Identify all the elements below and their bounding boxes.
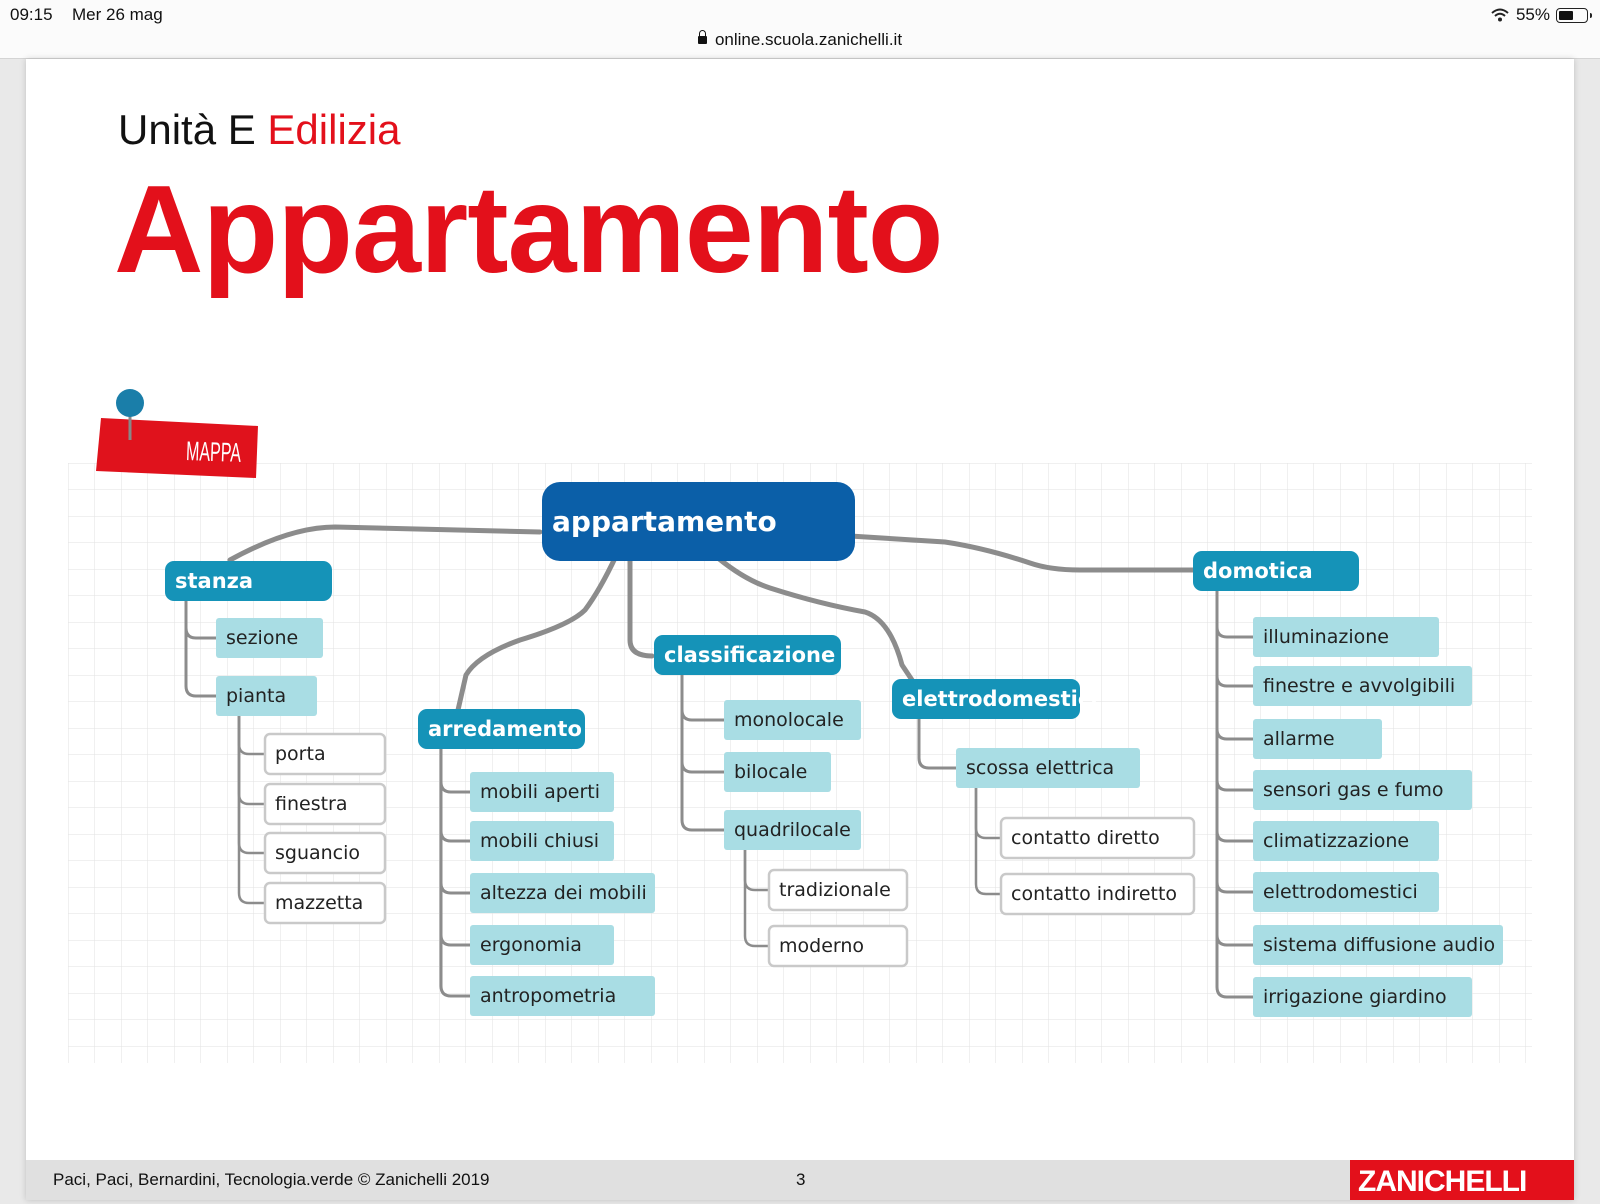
node-label: classificazione (664, 643, 835, 667)
node-label: elettrodomestici (1263, 881, 1418, 903)
node-elettrodomestici[interactable]: elettrodomestici (1253, 872, 1439, 912)
node-label: contatto indiretto (1011, 883, 1177, 905)
node-stanza[interactable]: stanza (165, 561, 332, 601)
date-label: Mer 26 mag (72, 5, 163, 24)
node-irrigazione-giardino[interactable]: irrigazione giardino (1253, 977, 1472, 1017)
node-label: mazzetta (275, 892, 363, 914)
node-label: mobili chiusi (480, 830, 599, 852)
clock-time: 09:15 (10, 5, 53, 24)
node-label: scossa elettrica (966, 757, 1114, 779)
node-label: sguancio (275, 842, 360, 864)
status-indicators: 55% (1490, 4, 1592, 26)
node-contatto-indiretto[interactable]: contatto indiretto (999, 872, 1196, 916)
node-label: appartamento (552, 505, 777, 538)
node-label: sensori gas e fumo (1263, 779, 1444, 801)
node-finestra[interactable]: finestra (263, 782, 387, 826)
node-label: finestra (275, 793, 348, 815)
node-label: allarme (1263, 728, 1335, 750)
node-label: contatto diretto (1011, 827, 1160, 849)
node-sguancio[interactable]: sguancio (263, 831, 387, 875)
page-number: 3 (796, 1170, 806, 1189)
node-label: moderno (779, 935, 864, 957)
node-sezione[interactable]: sezione (216, 618, 323, 658)
node-label: quadrilocale (734, 819, 851, 841)
wifi-icon (1491, 8, 1509, 22)
node-ergonomia[interactable]: ergonomia (470, 925, 614, 965)
node-contatto-diretto[interactable]: contatto diretto (999, 816, 1196, 860)
node-label: ergonomia (480, 934, 582, 956)
node-climatizzazione[interactable]: climatizzazione (1253, 821, 1439, 861)
node-porta[interactable]: porta (263, 732, 387, 776)
node-label: finestre e avvolgibili (1263, 675, 1455, 697)
node-label: antropometria (480, 985, 616, 1007)
node-sensori-gas-e-fumo[interactable]: sensori gas e fumo (1253, 770, 1472, 810)
node-moderno[interactable]: moderno (767, 924, 909, 968)
node-label: irrigazione giardino (1263, 986, 1447, 1008)
status-bar: 09:15 Mer 26 mag 55% online.scuola.zanic… (0, 0, 1600, 59)
node-label: altezza dei mobili (480, 882, 647, 904)
node-allarme[interactable]: allarme (1253, 719, 1382, 759)
node-finestre-e-avvolgibili[interactable]: finestre e avvolgibili (1253, 666, 1472, 706)
node-label: stanza (175, 569, 253, 593)
node-label: illuminazione (1263, 626, 1389, 648)
node-altezza-dei-mobili[interactable]: altezza dei mobili (470, 873, 655, 913)
node-elettrodomestici[interactable]: elettrodomestici (892, 679, 1098, 719)
publisher-logo: ZANICHELLI (1350, 1160, 1574, 1200)
battery-icon (1556, 7, 1592, 23)
node-illuminazione[interactable]: illuminazione (1253, 617, 1439, 657)
slide-footer: Paci, Paci, Bernardini, Tecnologia.verde… (26, 1160, 1574, 1200)
node-tradizionale[interactable]: tradizionale (767, 868, 909, 912)
node-label: sistema diffusione audio (1263, 934, 1495, 956)
node-appartamento[interactable]: appartamento (542, 482, 855, 561)
node-label: monolocale (734, 709, 844, 731)
node-label: sezione (226, 627, 298, 649)
node-pianta[interactable]: pianta (216, 676, 317, 716)
footer-credit: Paci, Paci, Bernardini, Tecnologia.verde… (53, 1170, 490, 1189)
unit-prefix: Unità E (118, 106, 256, 153)
node-quadrilocale[interactable]: quadrilocale (724, 810, 861, 850)
node-label: arredamento (428, 717, 582, 741)
node-domotica[interactable]: domotica (1193, 551, 1359, 591)
node-label: tradizionale (779, 879, 891, 901)
node-mobili-aperti[interactable]: mobili aperti (470, 772, 614, 812)
node-label: bilocale (734, 761, 807, 783)
lock-icon (697, 30, 707, 44)
node-label: porta (275, 743, 326, 765)
node-arredamento[interactable]: arredamento (418, 709, 585, 749)
node-bilocale[interactable]: bilocale (724, 752, 831, 792)
node-classificazione[interactable]: classificazione (654, 635, 841, 675)
unit-heading: Unità E Edilizia (118, 106, 400, 154)
unit-name: Edilizia (267, 106, 401, 153)
node-label: climatizzazione (1263, 830, 1409, 852)
node-label: elettrodomestici (902, 687, 1098, 711)
node-mazzetta[interactable]: mazzetta (263, 881, 387, 925)
node-scossa-elettrica[interactable]: scossa elettrica (956, 748, 1140, 788)
node-monolocale[interactable]: monolocale (724, 700, 861, 740)
url-text: online.scuola.zanichelli.it (714, 30, 903, 49)
node-mobili-chiusi[interactable]: mobili chiusi (470, 821, 614, 861)
page-title: Appartamento (114, 161, 944, 299)
node-label: domotica (1203, 559, 1313, 583)
node-antropometria[interactable]: antropometria (470, 976, 655, 1016)
node-label: pianta (226, 685, 286, 707)
node-sistema-diffusione-audio[interactable]: sistema diffusione audio (1253, 925, 1503, 965)
node-label: mobili aperti (480, 781, 600, 803)
battery-percent: 55% (1515, 5, 1550, 24)
address-bar[interactable]: online.scuola.zanichelli.it (0, 30, 1600, 50)
